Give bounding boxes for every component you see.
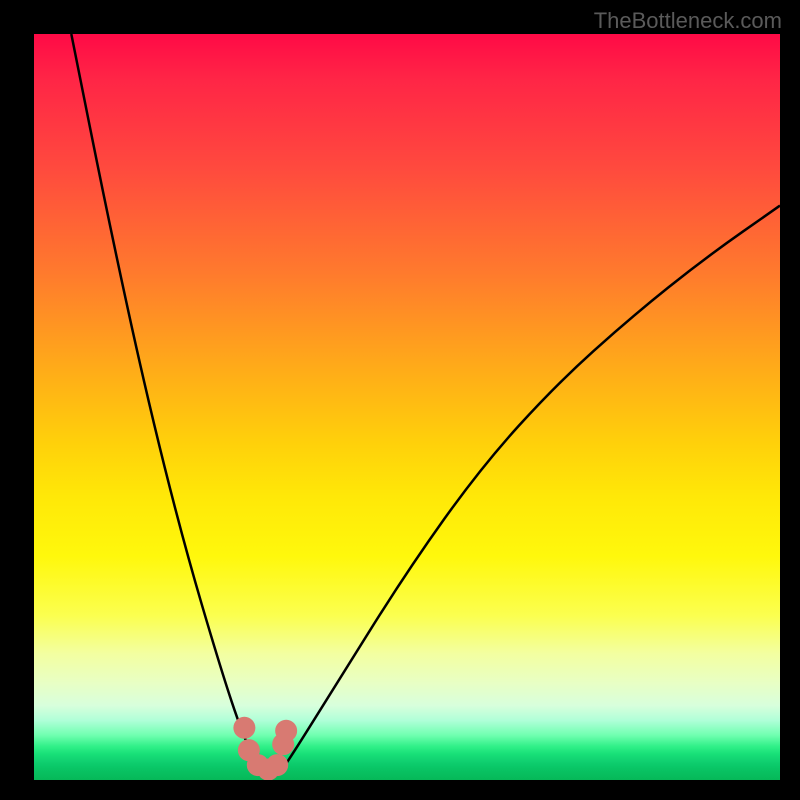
curve-line xyxy=(71,34,780,775)
curve-path xyxy=(71,34,780,775)
marker-dot xyxy=(233,717,255,739)
markers xyxy=(233,717,297,780)
marker-dot xyxy=(275,720,297,742)
watermark-text: TheBottleneck.com xyxy=(594,8,782,34)
plot-area xyxy=(34,34,780,780)
marker-dot xyxy=(266,754,288,776)
curve-svg xyxy=(34,34,780,780)
